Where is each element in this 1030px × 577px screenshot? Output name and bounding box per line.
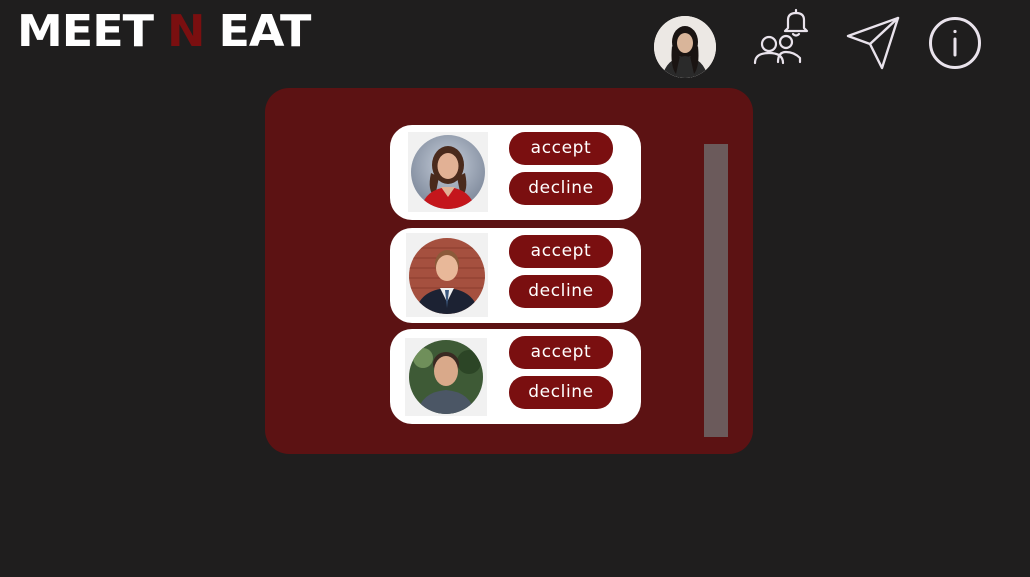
- request-card: accept decline: [390, 125, 641, 220]
- person-photo-icon: [411, 135, 485, 209]
- profile-avatar[interactable]: [654, 16, 716, 78]
- accept-button[interactable]: accept: [509, 336, 613, 369]
- info-icon[interactable]: [928, 16, 982, 70]
- request-photo-frame: [405, 338, 487, 416]
- logo-word-eat: EAT: [218, 5, 312, 57]
- request-avatar[interactable]: [411, 135, 485, 209]
- accept-button[interactable]: accept: [509, 132, 613, 165]
- group-notifications-icon[interactable]: [752, 6, 814, 68]
- request-avatar[interactable]: [409, 238, 485, 314]
- send-icon[interactable]: [846, 14, 902, 72]
- decline-button[interactable]: decline: [509, 376, 613, 409]
- decline-button[interactable]: decline: [509, 172, 613, 205]
- accept-button[interactable]: accept: [509, 235, 613, 268]
- request-card: accept decline: [390, 329, 641, 424]
- logo-word-meet: MEET: [17, 5, 154, 57]
- logo-word-n: N: [167, 5, 205, 57]
- request-photo-frame: [406, 233, 488, 317]
- person-photo-icon: [409, 340, 483, 414]
- app-logo: MEET N EAT: [17, 5, 312, 57]
- profile-photo-icon: [654, 16, 716, 78]
- request-card: accept decline: [390, 228, 641, 323]
- decline-button[interactable]: decline: [509, 275, 613, 308]
- scrollbar[interactable]: [704, 144, 728, 437]
- request-photo-frame: [408, 132, 488, 212]
- person-photo-icon: [409, 238, 485, 314]
- request-avatar[interactable]: [409, 340, 483, 414]
